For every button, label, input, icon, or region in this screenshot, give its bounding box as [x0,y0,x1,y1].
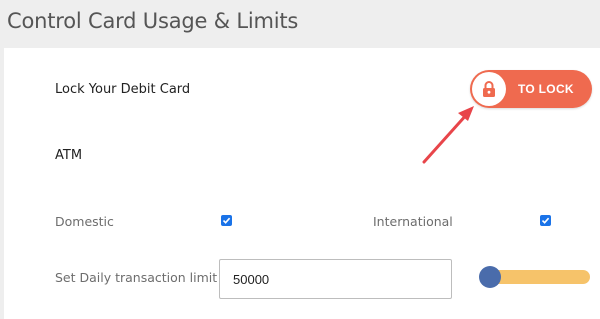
daily-limit-label: Set Daily transaction limit [55,270,218,285]
checkmark-icon [541,217,550,224]
daily-limit-slider-thumb[interactable] [479,266,501,288]
checkmark-icon [222,217,231,224]
lock-card-toggle[interactable]: TO LOCK [470,70,592,108]
page-title: Control Card Usage & Limits [7,9,299,33]
page-header: Control Card Usage & Limits [0,0,600,48]
international-checkbox[interactable] [540,215,551,226]
daily-limit-input[interactable] [219,259,452,299]
lock-card-label: Lock Your Debit Card [55,82,191,97]
lock-button-label: TO LOCK [518,82,574,96]
domestic-label: Domestic [55,214,114,229]
lock-icon [472,72,506,106]
atm-label: ATM [55,148,83,163]
domestic-checkbox[interactable] [221,215,232,226]
international-label: International [373,214,453,229]
